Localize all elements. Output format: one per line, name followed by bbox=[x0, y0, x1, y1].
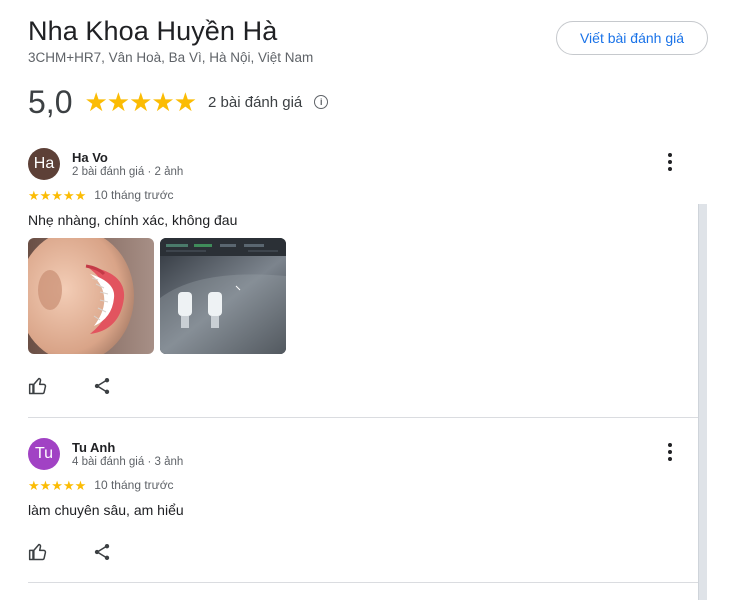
review-card: Ha Ha Vo 2 bài đánh giá · 2 ảnh ★★★★★ 10… bbox=[28, 148, 698, 408]
rating-summary: 5,0 ★★★★★ 2 bài đánh giá i bbox=[28, 82, 329, 122]
share-icon[interactable] bbox=[92, 376, 112, 396]
rating-stars: ★★★★★ bbox=[84, 87, 197, 117]
thumb-up-icon[interactable] bbox=[28, 542, 48, 562]
review-time: 10 tháng trước bbox=[94, 188, 174, 202]
review-rating: ★★★★★ 10 tháng trước bbox=[28, 477, 174, 493]
review-text: Nhẹ nhàng, chính xác, không đau bbox=[28, 212, 238, 228]
review-rating: ★★★★★ 10 tháng trước bbox=[28, 187, 174, 203]
avatar[interactable]: Tu bbox=[28, 438, 60, 470]
write-review-button[interactable]: Viết bài đánh giá bbox=[556, 21, 708, 55]
review-card: Tu Tu Anh 4 bài đánh giá · 3 ảnh ★★★★★ 1… bbox=[28, 438, 698, 578]
dental-xray-photo[interactable] bbox=[160, 238, 286, 354]
average-rating: 5,0 bbox=[28, 83, 73, 120]
review-count: 2 bài đánh giá bbox=[208, 93, 303, 111]
smile-photo[interactable] bbox=[28, 238, 154, 354]
info-icon[interactable]: i bbox=[314, 95, 329, 109]
reviewer-name[interactable]: Tu Anh bbox=[72, 440, 115, 455]
reviewer-meta: 2 bài đánh giá · 2 ảnh bbox=[72, 166, 184, 178]
review-time: 10 tháng trước bbox=[94, 478, 174, 492]
reviewer-meta: 4 bài đánh giá · 3 ảnh bbox=[72, 456, 184, 468]
thumb-up-icon[interactable] bbox=[28, 376, 48, 396]
reviewer-name[interactable]: Ha Vo bbox=[72, 150, 108, 165]
review-stars: ★★★★★ bbox=[28, 187, 87, 203]
scrollbar[interactable] bbox=[698, 204, 707, 600]
divider bbox=[28, 582, 698, 583]
divider bbox=[28, 417, 698, 418]
review-stars: ★★★★★ bbox=[28, 477, 87, 493]
more-vert-icon[interactable] bbox=[664, 440, 676, 464]
avatar[interactable]: Ha bbox=[28, 148, 60, 180]
share-icon[interactable] bbox=[92, 542, 112, 562]
review-text: làm chuyên sâu, am hiểu bbox=[28, 502, 184, 518]
more-vert-icon[interactable] bbox=[664, 150, 676, 174]
place-address: 3CHM+HR7, Vân Hoà, Ba Vì, Hà Nội, Việt N… bbox=[28, 50, 314, 65]
place-title: Nha Khoa Huyền Hà bbox=[28, 16, 278, 46]
